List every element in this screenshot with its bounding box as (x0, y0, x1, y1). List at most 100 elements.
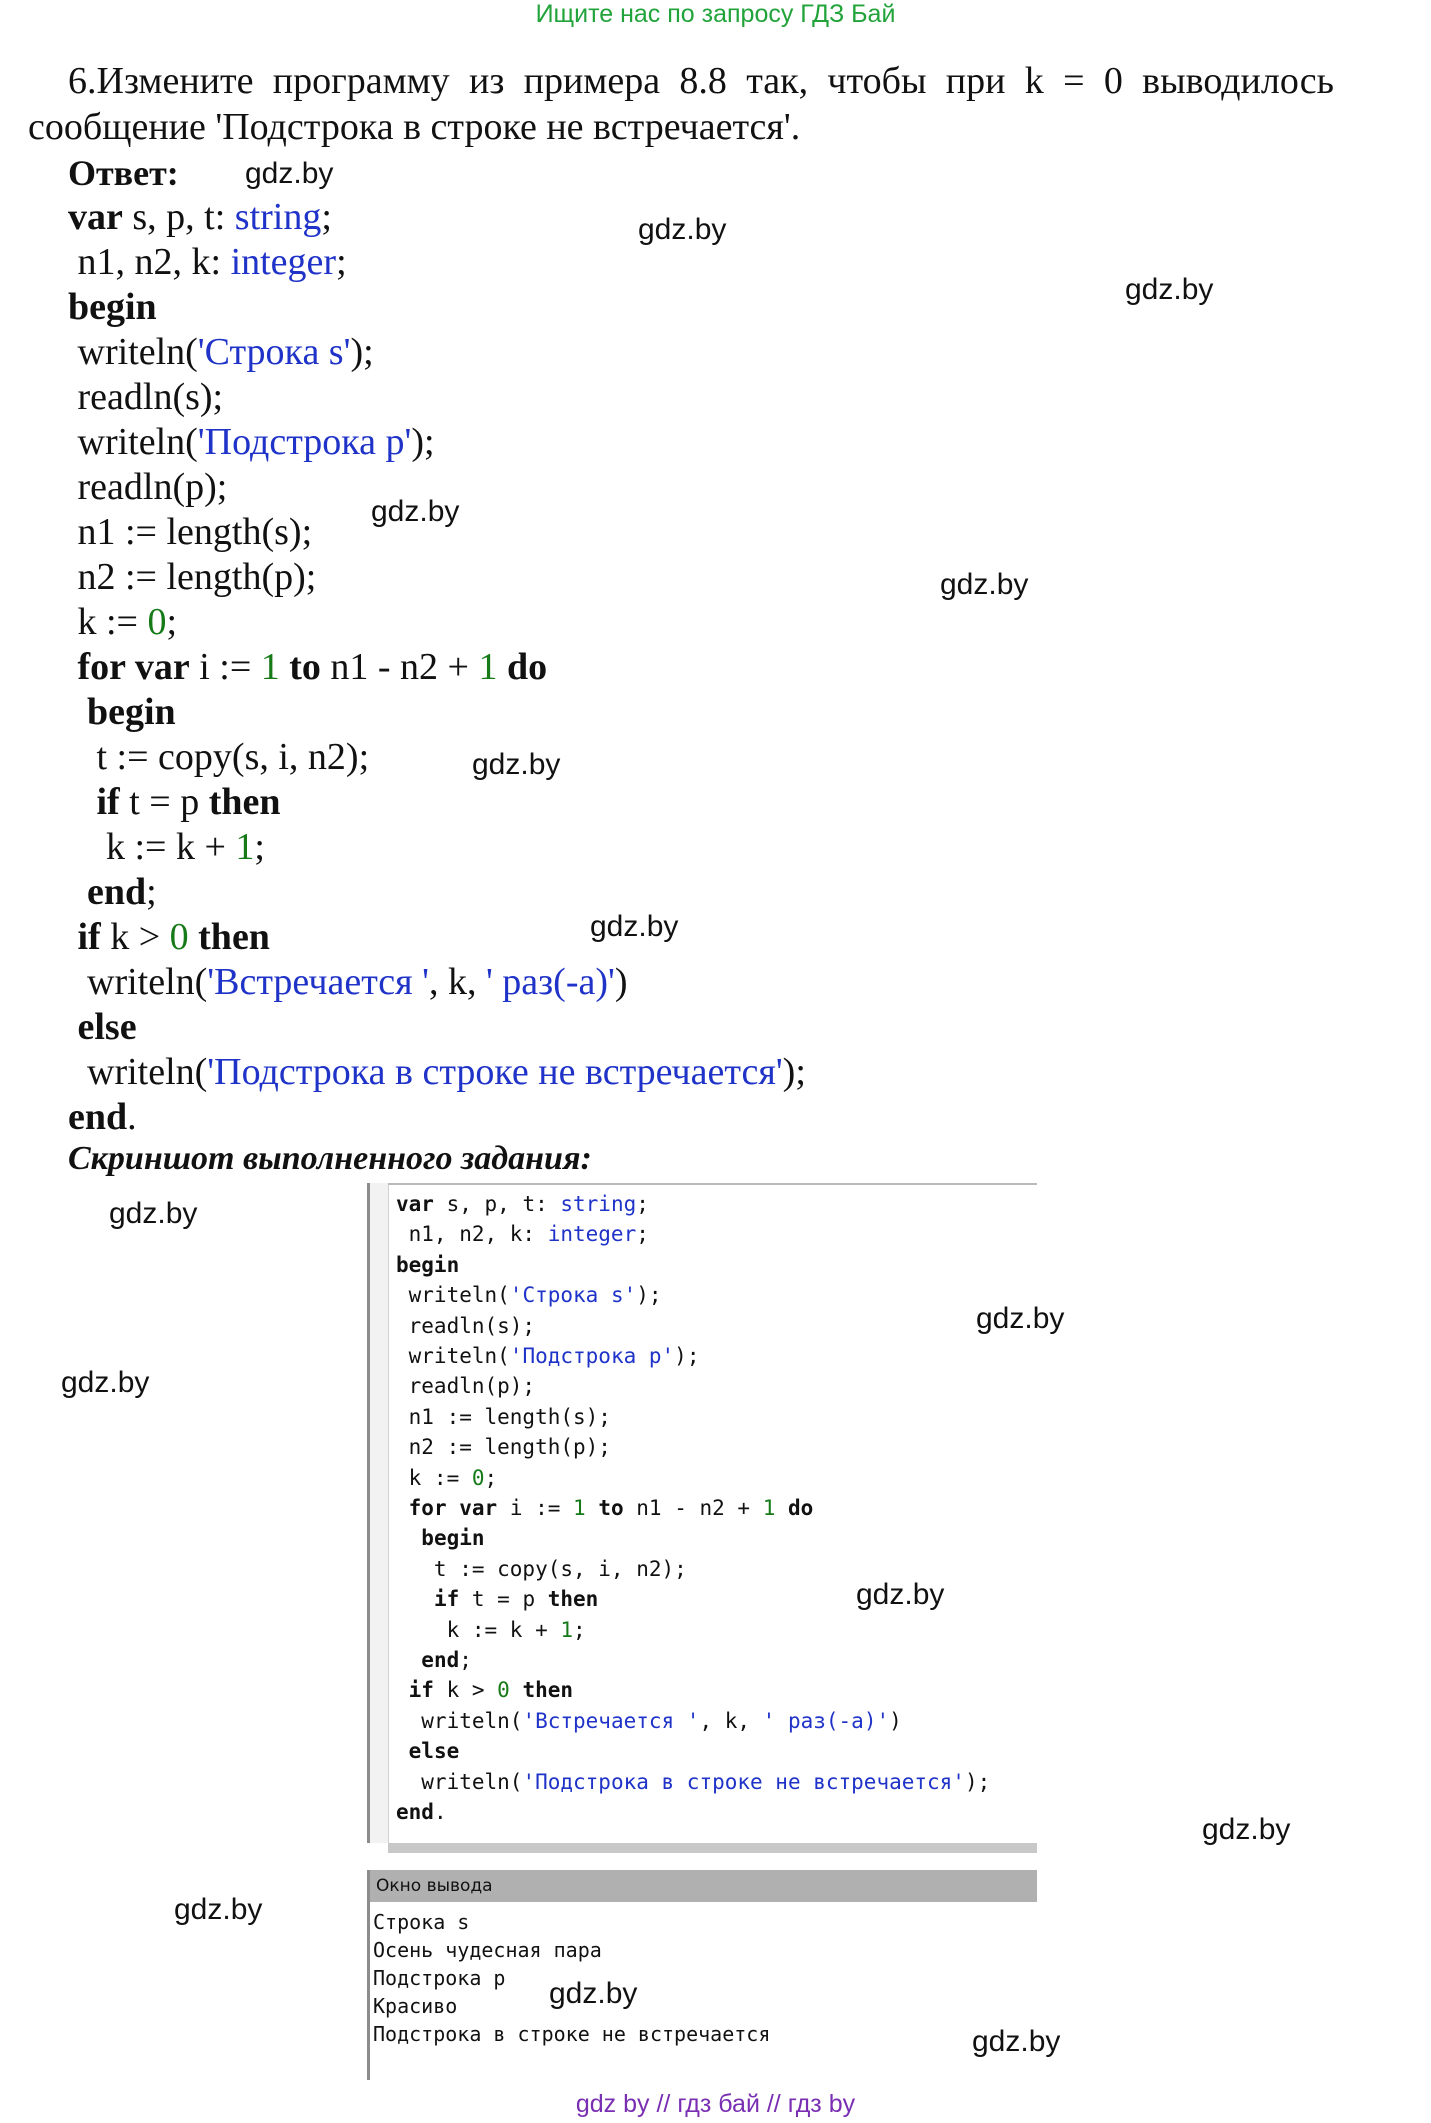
code-token: 1 (235, 826, 255, 868)
output-window-title: Окно вывода (370, 1870, 1037, 1902)
code-token: then (208, 781, 281, 823)
code-token: ) (889, 1708, 902, 1733)
code-token: writeln( (396, 1283, 510, 1308)
code-token: 0 (471, 1465, 485, 1490)
code-token: 'Встречается ' (522, 1708, 700, 1733)
code-token: string (234, 196, 322, 238)
code-token: s, p, t: (433, 1192, 561, 1216)
code-token: writeln( (396, 1344, 510, 1368)
code-token: ); (674, 1344, 700, 1368)
watermark: gdz.by (549, 1977, 638, 2010)
code-token: t := copy(s, i, n2); (68, 736, 370, 778)
editor-line: end. (396, 1797, 447, 1827)
code-token: , k, (428, 961, 486, 1003)
code-token: ; (146, 871, 157, 913)
code-token: 1 (762, 1496, 776, 1520)
code-line: writeln('Подстрока p'); (68, 420, 435, 464)
code-token: 0 (169, 916, 189, 958)
code-token: 'Подстрока p' (197, 421, 412, 463)
code-token: writeln( (396, 1769, 523, 1794)
editor-line: if k > 0 then (396, 1675, 573, 1705)
editor-line: n2 := length(p); (396, 1432, 611, 1462)
output-line: Строка s (373, 1910, 470, 1934)
code-token: ); (411, 421, 435, 463)
code-token: else (408, 1739, 460, 1764)
code-token: 0 (147, 601, 167, 643)
code-token: then (547, 1587, 599, 1612)
code-token: writeln( (68, 331, 198, 373)
answer-label: Ответ: (68, 153, 179, 193)
code-token: 1 (560, 1617, 574, 1642)
code-token: ; (636, 1192, 649, 1216)
code-token: ; (459, 1648, 472, 1672)
code-token: . (433, 1800, 447, 1824)
output-line: Подстрока p (373, 1966, 506, 1990)
editor-scrollbar[interactable] (388, 1843, 1037, 1853)
footer-links[interactable]: gdz by // гдз бай // гдз by (0, 2090, 1431, 2119)
code-line: n1 := length(s); (68, 510, 313, 554)
watermark: gdz.by (1125, 273, 1214, 306)
code-token: 'Подстрока в строке не встречается' (522, 1769, 965, 1794)
code-line: writeln('Встречается ', k, ' раз(-а)') (68, 960, 628, 1004)
code-line: n1, n2, k: integer; (68, 240, 347, 284)
code-editor[interactable]: var s, p, t: string; n1, n2, k: integer;… (367, 1183, 1037, 1853)
code-token: 1 (478, 646, 498, 688)
code-token: readln(s); (68, 376, 224, 418)
code-token: t = p (119, 781, 209, 823)
code-token: else (77, 1006, 137, 1048)
code-token: k > (433, 1678, 498, 1703)
code-token: ; (573, 1617, 586, 1642)
code-token: 1 (260, 646, 280, 688)
code-line: if t = p then (68, 780, 281, 824)
editor-line: begin (396, 1250, 459, 1280)
watermark: gdz.by (61, 1366, 150, 1399)
output-window: Окно вывода Строка s Осень чудесная пара П… (367, 1870, 1037, 2080)
code-line: writeln('Подстрока в строке не встречает… (68, 1050, 806, 1094)
code-token: begin (421, 1526, 485, 1551)
output-line: Красиво (373, 1994, 458, 2018)
editor-line: begin (396, 1523, 485, 1553)
code-line: for var i := 1 to n1 - n2 + 1 do (68, 645, 548, 689)
task-line-1: 6.Измените программу из примера 8.8 так,… (68, 60, 1334, 102)
watermark: gdz.by (940, 568, 1029, 601)
code-line: k := k + 1; (68, 825, 265, 869)
code-token: readln(p); (68, 466, 228, 508)
code-token: ; (166, 601, 178, 643)
top-link[interactable]: Ищите нас по запросу ГДЗ Бай (0, 0, 1431, 29)
code-token: ; (254, 826, 265, 868)
code-token: writeln( (68, 421, 198, 463)
code-token: writeln( (68, 1051, 208, 1093)
code-token: string (560, 1192, 637, 1216)
code-token: 1 (573, 1496, 586, 1520)
watermark: gdz.by (638, 213, 727, 246)
code-token: ) (614, 961, 628, 1003)
editor-line: var s, p, t: string; (396, 1189, 649, 1219)
code-token: 'Подстрока p' (509, 1344, 675, 1368)
editor-line: n1 := length(s); (396, 1402, 611, 1432)
watermark: gdz.by (472, 748, 561, 781)
code-token: 'Встречается ' (207, 961, 429, 1003)
code-token: ; (636, 1222, 649, 1247)
editor-line: else (396, 1736, 460, 1766)
watermark: gdz.by (590, 910, 679, 943)
watermark: gdz.by (856, 1578, 945, 1611)
code-token: integer (547, 1222, 637, 1247)
code-token: var (68, 196, 123, 238)
editor-line: writeln('Подстрока в строке не встречает… (396, 1767, 990, 1797)
editor-gutter (370, 1183, 389, 1843)
editor-line: writeln('Подстрока p'); (396, 1341, 700, 1371)
code-token: k := k + (68, 826, 236, 868)
code-line: begin (68, 690, 176, 734)
code-token: ; (321, 196, 332, 238)
code-token: n1, n2, k: (68, 241, 231, 283)
